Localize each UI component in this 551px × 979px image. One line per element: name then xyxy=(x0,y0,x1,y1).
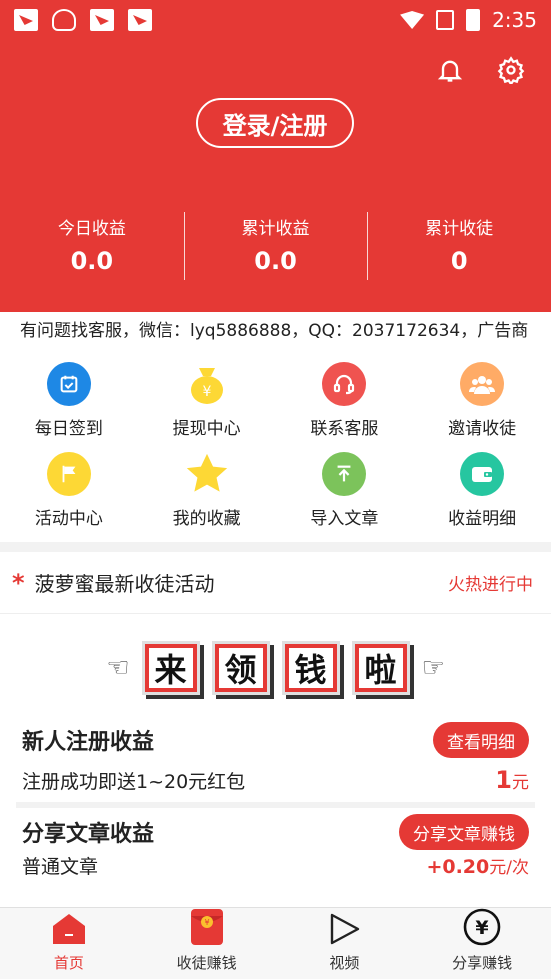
earn-amount-value: 1 xyxy=(495,766,512,794)
svg-text:¥: ¥ xyxy=(204,918,209,927)
earn-card-share: 分享文章收益 分享文章赚钱 普通文章 +0.20元/次 xyxy=(0,814,551,879)
banner-char: 来 xyxy=(141,641,200,695)
view-details-button[interactable]: 查看明细 xyxy=(433,722,529,758)
pointing-hand-left-icon: ☜ xyxy=(106,653,130,683)
menu-my-favorites[interactable]: 我的收藏 xyxy=(138,448,276,538)
earn-amount-unit: 元 xyxy=(512,773,529,793)
tab-label: 分享赚钱 xyxy=(452,954,513,972)
tab-video[interactable]: 视频 xyxy=(276,908,414,979)
tab-share-earn[interactable]: ¥ 分享赚钱 xyxy=(413,908,551,979)
login-register-button[interactable]: 登录/注册 xyxy=(196,98,354,148)
stat-label: 累计收徒 xyxy=(425,219,494,239)
menu-label: 收益明细 xyxy=(448,509,517,529)
earn-amount: 1元 xyxy=(495,766,529,794)
tab-label: 首页 xyxy=(53,954,84,972)
menu-label: 邀请收徒 xyxy=(448,419,517,439)
gear-icon[interactable] xyxy=(497,56,525,84)
status-time: 2:35 xyxy=(492,8,537,32)
menu-contact-support[interactable]: 联系客服 xyxy=(276,358,414,448)
no-signal-icon xyxy=(436,10,455,30)
home-icon xyxy=(52,914,85,944)
yuan-icon: ¥ xyxy=(463,908,501,946)
play-icon xyxy=(331,913,360,945)
banner-char: 领 xyxy=(211,641,270,695)
menu-invite-disciples[interactable]: 邀请收徒 xyxy=(413,358,551,448)
tab-recruit-earn[interactable]: ¥ 收徒赚钱 xyxy=(138,908,276,979)
earn-amount-value: +0.20 xyxy=(426,856,490,878)
tab-label: 视频 xyxy=(329,954,360,972)
earnings-stats: 今日收益 0.0 累计收益 0.0 累计收徒 0 xyxy=(0,210,551,282)
activity-panel: * 菠萝蜜最新收徒活动 火热进行中 ☜ 来 领 钱 啦 ☞ 新人注册收益 查看明… xyxy=(0,552,551,907)
menu-earnings-detail[interactable]: 收益明细 xyxy=(413,448,551,538)
stat-value: 0.0 xyxy=(70,247,114,275)
menu-label: 每日签到 xyxy=(34,419,103,439)
promo-banner[interactable]: ☜ 来 领 钱 啦 ☞ xyxy=(0,614,551,722)
stat-value: 0 xyxy=(450,247,468,275)
bottom-tab-bar: 首页 ¥ 收徒赚钱 视频 ¥ 分享赚钱 xyxy=(0,907,551,979)
menu-activity-center[interactable]: 活动中心 xyxy=(0,448,138,538)
menu-label: 我的收藏 xyxy=(172,509,241,529)
flag-icon xyxy=(46,452,91,496)
stat-label: 累计收益 xyxy=(241,219,310,239)
ghost-app-icon xyxy=(52,9,76,31)
divider xyxy=(16,802,535,808)
menu-label: 导入文章 xyxy=(310,509,379,529)
svg-text:¥: ¥ xyxy=(476,917,489,939)
calendar-icon xyxy=(46,362,91,406)
status-bar: 2:35 xyxy=(0,0,551,40)
earn-card-register: 新人注册收益 查看明细 注册成功即送1~20元红包 1元 xyxy=(0,722,551,794)
app-notification-icon xyxy=(14,9,38,31)
earn-title: 新人注册收益 xyxy=(22,730,155,755)
tab-home[interactable]: 首页 xyxy=(0,908,138,979)
star-icon xyxy=(185,452,229,496)
asterisk-icon: * xyxy=(12,568,25,597)
earn-description: 普通文章 xyxy=(22,856,99,878)
tab-label: 收徒赚钱 xyxy=(176,954,237,972)
activity-header: * 菠萝蜜最新收徒活动 火热进行中 xyxy=(0,552,551,614)
pointing-hand-right-icon: ☞ xyxy=(421,653,445,683)
menu-import-article[interactable]: 导入文章 xyxy=(276,448,414,538)
stat-label: 今日收益 xyxy=(57,219,126,239)
earn-amount-unit: 元/次 xyxy=(489,858,529,878)
function-menu: 每日签到 ¥ 提现中心 联系客服 邀请收徒 活动中心 我的收藏 导入文章 收益明… xyxy=(0,352,551,542)
wallet-icon xyxy=(460,452,505,496)
activity-status: 火热进行中 xyxy=(448,575,533,595)
menu-daily-checkin[interactable]: 每日签到 xyxy=(0,358,138,448)
upload-icon xyxy=(322,452,367,496)
menu-label: 活动中心 xyxy=(34,509,103,529)
bell-icon[interactable] xyxy=(436,56,464,84)
headset-icon xyxy=(322,362,367,406)
money-bag-icon: ¥ xyxy=(185,362,229,406)
menu-label: 提现中心 xyxy=(172,419,241,439)
earn-title: 分享文章收益 xyxy=(22,822,155,847)
header: 2:35 登录/注册 今日收益 0.0 累计收益 0.0 累计收徒 0 xyxy=(0,0,551,312)
earn-amount: +0.20元/次 xyxy=(426,853,529,878)
app-notification-icon xyxy=(90,9,114,31)
people-icon xyxy=(460,362,505,406)
menu-withdraw-center[interactable]: ¥ 提现中心 xyxy=(138,358,276,448)
activity-title: 菠萝蜜最新收徒活动 xyxy=(34,572,215,596)
app-notification-icon xyxy=(128,9,152,31)
share-article-button[interactable]: 分享文章赚钱 xyxy=(399,814,529,850)
banner-char: 啦 xyxy=(351,641,410,695)
red-envelope-icon: ¥ xyxy=(190,909,223,945)
stat-total-earnings: 累计收益 0.0 xyxy=(183,210,368,282)
menu-label: 联系客服 xyxy=(310,419,379,439)
stat-value: 0.0 xyxy=(254,247,297,275)
svg-text:¥: ¥ xyxy=(202,384,211,400)
stat-total-disciples: 累计收徒 0 xyxy=(367,210,551,282)
notice-marquee: 有问题找客服，微信：lyq5886888，QQ：2037172634，广告商 xyxy=(0,312,551,352)
battery-charging-icon xyxy=(466,9,481,31)
banner-char: 钱 xyxy=(281,641,340,695)
earn-description: 注册成功即送1~20元红包 xyxy=(22,771,246,793)
stat-today: 今日收益 0.0 xyxy=(0,210,184,282)
wifi-icon xyxy=(400,11,425,29)
